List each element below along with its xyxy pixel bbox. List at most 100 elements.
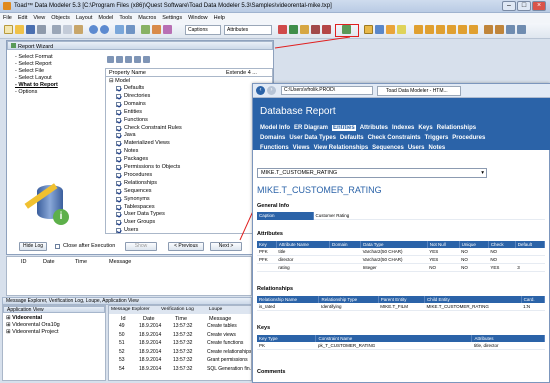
explorer-tabs: Message Explorer Verification Log Loupe: [109, 306, 251, 314]
comments-title: Comments: [257, 369, 286, 375]
relationship-header-card: Card.: [521, 296, 546, 303]
attribute-cell: YES: [427, 248, 460, 256]
nav-indexes[interactable]: Indexes: [392, 125, 414, 131]
caption-label: Caption: [257, 212, 314, 220]
nav-views[interactable]: Views: [293, 145, 310, 151]
message-msg-cell: Create tables: [207, 323, 237, 329]
attribute-header-data-type: Data Type: [360, 241, 428, 248]
message-msg-cell: Grant permissions: [207, 357, 248, 363]
caption-value: Customer Rating: [313, 212, 545, 220]
attribute-cell: Varchar2(50 CHAR): [360, 248, 428, 256]
attribute-cell: [515, 255, 545, 264]
nav-functions[interactable]: Functions: [260, 145, 289, 151]
log-col-id: ID: [21, 259, 27, 265]
attribute-row: PFK title Varchar2(50 CHAR) YES NO NO: [257, 248, 545, 256]
report-heading: Database Report: [260, 106, 336, 117]
explorer-title: Message Explorer, Verification Log, Loup…: [2, 297, 252, 305]
attribute-header-unique: Unique: [459, 241, 489, 248]
message-msg-cell: SQL Generation fin...: [207, 365, 252, 372]
relationships-table: Relationship Name Relationship Type Parent…: [257, 296, 546, 311]
general-info-title: General Info: [257, 203, 290, 209]
attribute-header-check: Check: [488, 241, 516, 248]
message-date-cell: 18.9.2014: [139, 323, 162, 329]
nav-attributes[interactable]: Attributes: [360, 125, 388, 131]
attribute-cell: YES: [427, 255, 460, 264]
nav-relationships[interactable]: Relationships: [437, 125, 476, 131]
nav-view-relationships[interactable]: View Relationships: [314, 145, 369, 151]
nav-keys[interactable]: Keys: [418, 125, 432, 131]
msg-col-date: Date: [143, 316, 155, 322]
project-videorental-project[interactable]: ⊞ Videorental Project: [6, 329, 59, 335]
relationship-cell: Identifying: [318, 303, 379, 311]
tab-loupe[interactable]: Loupe: [209, 307, 222, 312]
key-cell: PK: [257, 342, 316, 350]
message-msg-cell: Create views: [207, 331, 236, 338]
entity-select[interactable]: MIKE.T_CUSTOMER_RATING ▾: [257, 168, 487, 178]
message-id-cell: 53: [119, 357, 125, 363]
attribute-header-default: Default: [515, 241, 546, 248]
nav-notes[interactable]: Notes: [429, 145, 446, 151]
attribute-row: rating Integer NO NO YES 3: [257, 263, 545, 272]
message-date-cell: 18.9.2014: [139, 340, 162, 346]
nav-defaults[interactable]: Defaults: [340, 135, 364, 141]
message-msg-cell: Create relationships: [207, 348, 252, 355]
nav-domains[interactable]: Domains: [260, 135, 285, 141]
nav-entities[interactable]: Entities: [332, 125, 356, 131]
attribute-cell: NO: [459, 263, 489, 272]
nav-er-diagram[interactable]: ER Diagram: [294, 125, 328, 131]
project-videorental[interactable]: ⊞ Videorental: [6, 315, 42, 321]
nav-model-info[interactable]: Model Info: [260, 125, 290, 131]
log-col-date: Date: [43, 259, 55, 265]
attribute-cell: NO: [459, 248, 489, 256]
message-explorer: Message Explorer Verification Log Loupe …: [108, 305, 252, 381]
attribute-cell: NO: [459, 255, 489, 264]
application-view-header: Application View: [3, 306, 105, 313]
browser-window: ‹ › C:\Users\vfrolik.PROD\ Toad Data Mod…: [252, 83, 550, 383]
nav-user-data-types[interactable]: User Data Types: [289, 135, 336, 141]
relationship-cell: 1:N: [521, 303, 545, 311]
nav-check-constraints[interactable]: Check Constraints: [368, 135, 421, 141]
log-col-message: Message: [109, 259, 132, 265]
back-button[interactable]: ‹: [256, 86, 265, 95]
attribute-row: PFK director Varchar2(50 CHAR) YES NO NO: [257, 255, 545, 264]
address-bar[interactable]: C:\Users\vfrolik.PROD\: [281, 86, 373, 95]
tab-message-explorer[interactable]: Message Explorer: [111, 307, 150, 312]
attribute-cell: director: [276, 255, 330, 264]
tab-verification-log[interactable]: Verification Log: [161, 307, 194, 312]
attribute-cell: Varchar2(50 CHAR): [360, 255, 428, 264]
message-time-cell: 13:57:32: [173, 323, 193, 329]
browser-tab[interactable]: Toad Data Modeler - HTM...: [377, 86, 461, 96]
keys-title: Keys: [257, 325, 271, 331]
forward-button[interactable]: ›: [267, 86, 276, 95]
attribute-cell: YES: [488, 263, 516, 272]
message-id-cell: 51: [119, 340, 125, 346]
attribute-cell: Integer: [360, 263, 428, 272]
keys-table: Key Type Constraint Name Attributes PK pk_T_…: [257, 335, 545, 350]
chevron-down-icon: ▾: [481, 170, 484, 176]
key-cell: pk_T_CUSTOMER_RATING: [315, 342, 472, 350]
key-header-attributes: Attributes: [471, 335, 545, 342]
attribute-header-not-null: Not Null: [427, 241, 460, 248]
project-videorental-ora10g[interactable]: ⊞ Videorental Ora10g: [6, 322, 60, 328]
nav-row-1: Model Info ER Diagram Entities Attributes In…: [260, 125, 480, 131]
attribute-cell: NO: [488, 255, 516, 264]
message-date-cell: 18.9.2014: [139, 357, 162, 363]
attributes-title: Attributes: [257, 231, 283, 237]
message-id-cell: 49: [119, 323, 125, 329]
key-cell: title, director: [471, 342, 545, 350]
nav-procedures[interactable]: Procedures: [452, 135, 485, 141]
attribute-cell: [329, 263, 361, 272]
nav-triggers[interactable]: Triggers: [425, 135, 449, 141]
attribute-cell: rating: [276, 263, 330, 272]
relationship-row: is_rated Identifying MIKE.T_FILM MIKE.T_CUS…: [257, 303, 545, 311]
attribute-header-domain: Domain: [329, 241, 362, 248]
nav-users[interactable]: Users: [408, 145, 425, 151]
relationship-header-relationship-name: Relationship Name: [257, 296, 320, 303]
nav-row-3: Functions Views View Relationships Sequence…: [260, 145, 449, 151]
attribute-cell: NO: [427, 263, 460, 272]
report-header: Database Report Model Info ER Diagram Enti…: [253, 98, 550, 151]
attribute-cell: NO: [488, 248, 516, 256]
relationship-header-relationship-type: Relationship Type: [318, 296, 379, 303]
nav-sequences[interactable]: Sequences: [372, 145, 404, 151]
general-info-table: Caption Customer Rating: [257, 212, 545, 220]
